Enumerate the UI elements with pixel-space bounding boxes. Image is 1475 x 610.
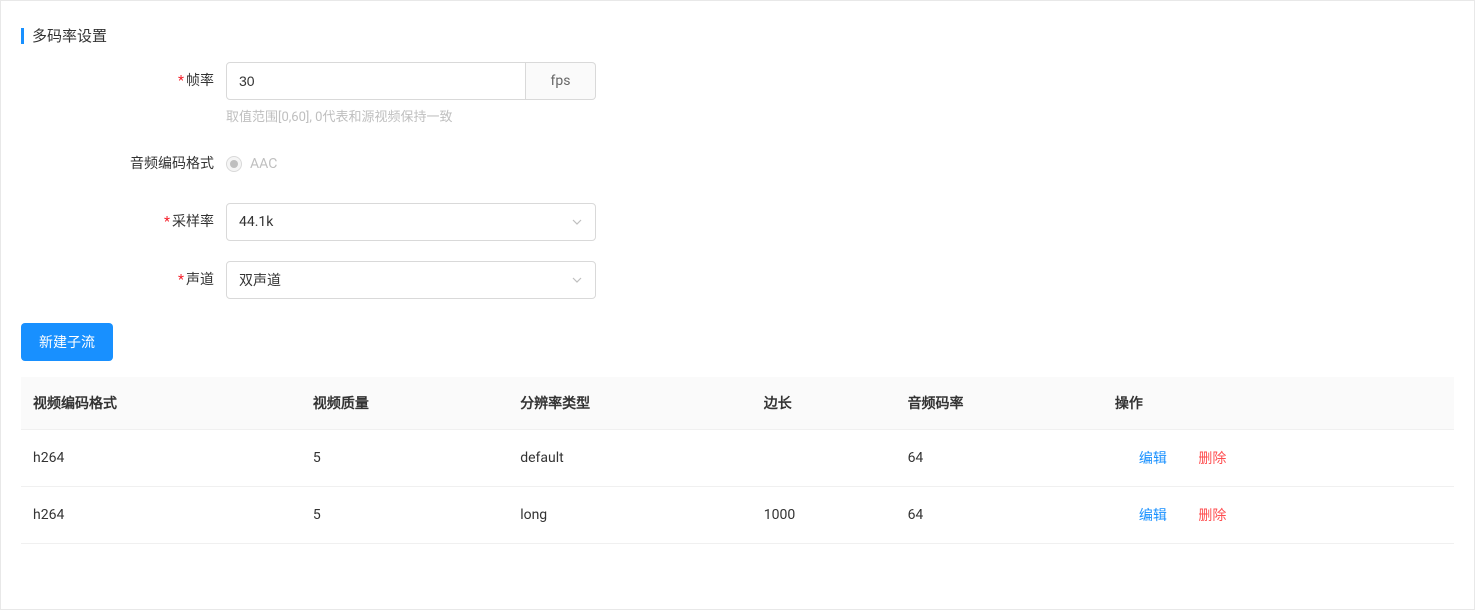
audio-codec-radio-aac[interactable]: AAC <box>226 156 277 172</box>
audio-codec-radio-group: AAC <box>226 145 1454 183</box>
required-mark: * <box>178 73 184 89</box>
cell-actions: 编辑 删除 <box>1103 430 1454 487</box>
sample-rate-control: 44.1k <box>226 203 1454 241</box>
fps-row: *帧率 fps 取值范围[0,60], 0代表和源视频保持一致 <box>21 62 1454 125</box>
audio-codec-radio-label: AAC <box>250 156 277 172</box>
fps-unit: fps <box>526 62 596 100</box>
sample-rate-row: *采样率 44.1k <box>21 203 1454 241</box>
th-quality: 视频质量 <box>301 377 508 430</box>
table-body: h264 5 default 64 编辑 删除 h264 5 long 1000… <box>21 430 1454 544</box>
th-audio-bitrate: 音频码率 <box>896 377 1103 430</box>
audio-codec-row: 音频编码格式 AAC <box>21 145 1454 183</box>
cell-audio-bitrate: 64 <box>896 430 1103 487</box>
sample-rate-value: 44.1k <box>239 214 273 230</box>
title-accent-bar <box>21 28 24 44</box>
audio-codec-label: 音频编码格式 <box>21 145 226 173</box>
channel-row: *声道 双声道 <box>21 261 1454 299</box>
table-row: h264 5 long 1000 64 编辑 删除 <box>21 487 1454 544</box>
cell-actions: 编辑 删除 <box>1103 487 1454 544</box>
settings-panel: 多码率设置 *帧率 fps 取值范围[0,60], 0代表和源视频保持一致 音频… <box>0 0 1475 610</box>
delete-button[interactable]: 删除 <box>1198 508 1226 524</box>
cell-audio-bitrate: 64 <box>896 487 1103 544</box>
channel-label: *声道 <box>21 261 226 289</box>
fps-control: fps 取值范围[0,60], 0代表和源视频保持一致 <box>226 62 1454 125</box>
edit-button[interactable]: 编辑 <box>1139 508 1167 524</box>
required-mark: * <box>178 272 184 288</box>
table-header: 视频编码格式 视频质量 分辨率类型 边长 音频码率 操作 <box>21 377 1454 430</box>
edit-button[interactable]: 编辑 <box>1139 451 1167 467</box>
th-res-type: 分辨率类型 <box>508 377 752 430</box>
sample-rate-label: *采样率 <box>21 203 226 231</box>
fps-input[interactable] <box>226 62 526 100</box>
table-row: h264 5 default 64 编辑 删除 <box>21 430 1454 487</box>
audio-codec-control: AAC <box>226 145 1454 183</box>
required-mark: * <box>164 214 170 230</box>
th-codec: 视频编码格式 <box>21 377 301 430</box>
chevron-down-icon <box>571 216 583 228</box>
th-edge: 边长 <box>752 377 896 430</box>
cell-quality: 5 <box>301 487 508 544</box>
new-stream-button[interactable]: 新建子流 <box>21 323 113 361</box>
cell-res-type: long <box>508 487 752 544</box>
cell-codec: h264 <box>21 487 301 544</box>
streams-table: 视频编码格式 视频质量 分辨率类型 边长 音频码率 操作 h264 5 defa… <box>21 377 1454 544</box>
fps-label: *帧率 <box>21 62 226 90</box>
cell-quality: 5 <box>301 430 508 487</box>
cell-edge <box>752 430 896 487</box>
channel-value: 双声道 <box>239 270 281 290</box>
fps-input-group: fps <box>226 62 596 100</box>
channel-select[interactable]: 双声道 <box>226 261 596 299</box>
sample-rate-select[interactable]: 44.1k <box>226 203 596 241</box>
chevron-down-icon <box>571 274 583 286</box>
cell-edge: 1000 <box>752 487 896 544</box>
section-title: 多码率设置 <box>1 1 1474 62</box>
th-actions: 操作 <box>1103 377 1454 430</box>
section-title-text: 多码率设置 <box>32 25 107 46</box>
radio-icon <box>226 156 242 172</box>
fps-hint: 取值范围[0,60], 0代表和源视频保持一致 <box>226 106 1454 125</box>
cell-codec: h264 <box>21 430 301 487</box>
delete-button[interactable]: 删除 <box>1198 451 1226 467</box>
channel-control: 双声道 <box>226 261 1454 299</box>
cell-res-type: default <box>508 430 752 487</box>
settings-form: *帧率 fps 取值范围[0,60], 0代表和源视频保持一致 音频编码格式 A… <box>1 62 1474 299</box>
